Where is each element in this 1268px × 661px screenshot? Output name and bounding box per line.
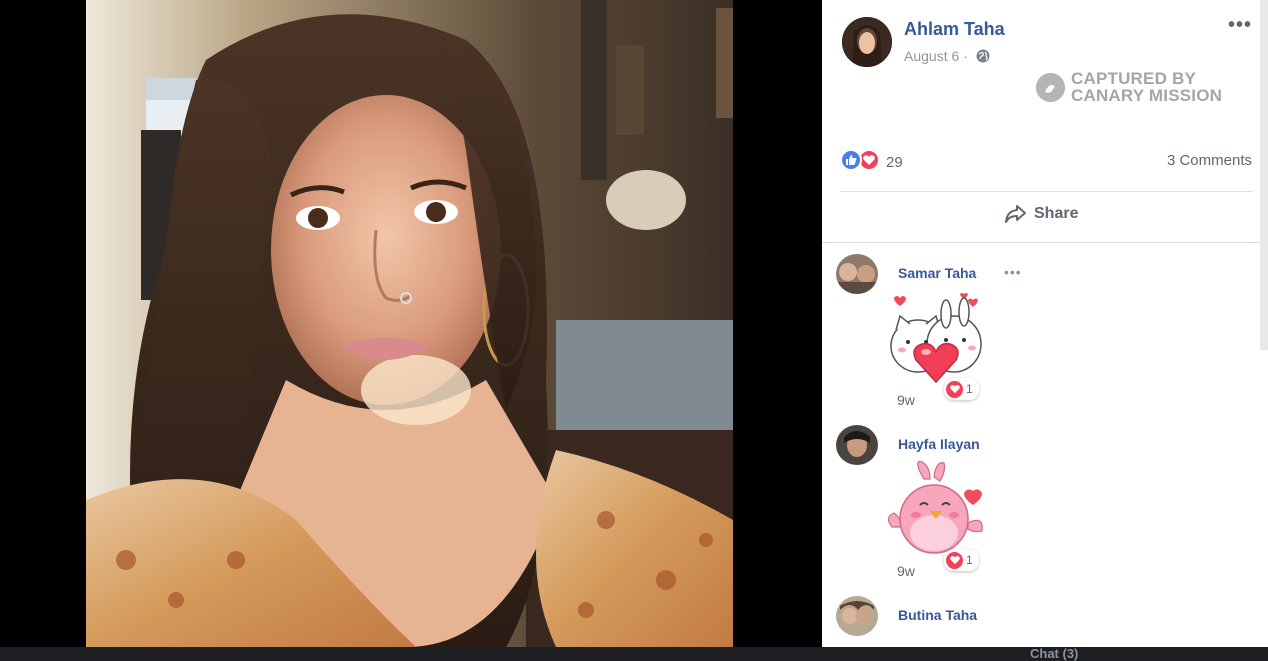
like-reaction-icon: [840, 148, 862, 171]
comment-reaction-count: 1: [966, 382, 973, 396]
share-label: Share: [1034, 205, 1079, 222]
comment-reaction-badge[interactable]: 1: [944, 378, 979, 400]
panel-scrollbar[interactable]: [1260, 0, 1268, 350]
canary-mission-watermark: CAPTURED BY CANARY MISSION: [1036, 70, 1222, 104]
actions-divider: [840, 191, 1253, 192]
photo-viewer: Ahlam Taha August 6 · ••• CAPTURED BY CA…: [0, 0, 1268, 661]
post-photo[interactable]: [86, 0, 733, 647]
love-reaction-icon: [946, 380, 963, 398]
globe-icon[interactable]: [976, 49, 990, 63]
comment-reaction-count: 1: [966, 553, 973, 567]
author-avatar-image: [842, 17, 892, 67]
author-name-link[interactable]: Ahlam Taha: [904, 19, 1005, 40]
comment-timestamp[interactable]: 9w: [897, 392, 915, 408]
commenter-avatar[interactable]: [836, 254, 878, 294]
post-header: Ahlam Taha August 6 · ••• CAPTURED BY CA…: [822, 0, 1268, 130]
post-meta: August 6 ·: [904, 48, 990, 64]
chat-tab[interactable]: Chat (3): [1030, 646, 1078, 661]
comment-timestamp[interactable]: 9w: [897, 563, 915, 579]
commenter-name[interactable]: Butina Taha: [898, 607, 977, 623]
commenter-avatar[interactable]: [836, 596, 878, 636]
selfie-image: [86, 0, 733, 647]
post-date[interactable]: August 6: [904, 48, 959, 64]
comments-divider: [822, 242, 1268, 243]
love-reaction-icon: [946, 551, 963, 569]
post-options-icon[interactable]: •••: [1228, 15, 1252, 35]
bottom-chat-bar: Chat (3): [0, 646, 1268, 661]
comments-count-link[interactable]: 3 Comments: [1167, 152, 1252, 169]
watermark-line-2: CANARY MISSION: [1071, 86, 1223, 105]
watermark-logo-icon: [1036, 72, 1065, 102]
reactions-summary[interactable]: 29: [840, 148, 903, 171]
watermark-text: CAPTURED BY CANARY MISSION: [1071, 70, 1222, 104]
meta-separator: ·: [963, 48, 968, 64]
commenter-name[interactable]: Samar Taha: [898, 265, 976, 281]
share-button[interactable]: Share: [1004, 204, 1078, 224]
comment-item: Butina Taha: [822, 594, 1268, 647]
commenter-name[interactable]: Hayfa Ilayan: [898, 436, 980, 452]
photo-area[interactable]: [0, 0, 822, 647]
watermark-line-1: CAPTURED BY: [1071, 69, 1196, 88]
commenter-avatar[interactable]: [836, 425, 878, 465]
comment-item: Hayfa Ilayan 9w 1: [822, 423, 1268, 583]
comment-options-icon[interactable]: •••: [1004, 264, 1022, 280]
author-avatar[interactable]: [842, 17, 892, 67]
reaction-count: 29: [886, 154, 903, 171]
post-details-panel: Ahlam Taha August 6 · ••• CAPTURED BY CA…: [822, 0, 1268, 647]
comment-reaction-badge[interactable]: 1: [944, 549, 979, 571]
comment-item: Samar Taha ••• 9w 1: [822, 252, 1268, 412]
share-icon: [1005, 205, 1026, 223]
